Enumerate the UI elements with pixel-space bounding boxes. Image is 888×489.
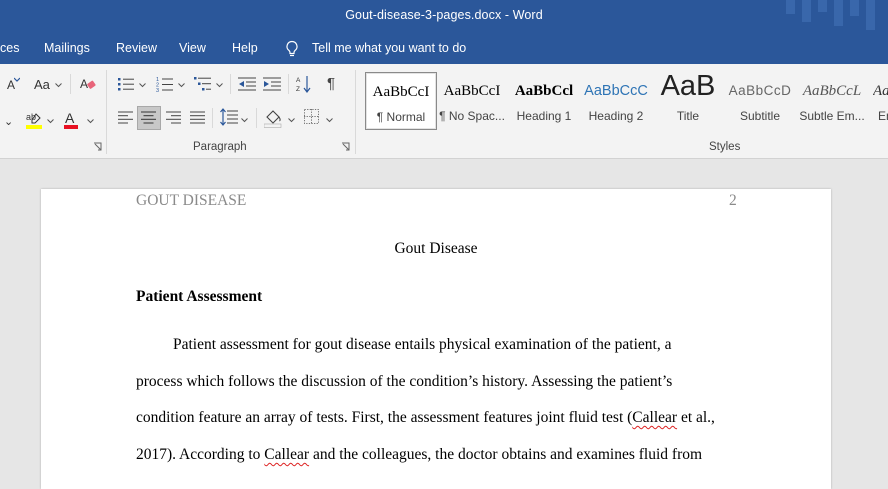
body-line: Patient assessment for gout disease enta… (136, 336, 671, 354)
paragraph-divider (230, 74, 231, 94)
page-number: 2 (729, 192, 737, 209)
running-header: GOUT DISEASE (136, 192, 247, 209)
increase-indent-icon[interactable] (263, 77, 281, 91)
style-heading-1[interactable]: AaBbCcl Heading 1 (509, 72, 579, 128)
style-name: Subtitle (739, 109, 781, 123)
borders-icon[interactable] (304, 109, 319, 124)
title-bar: Gout-disease-3-pages.docx - Word (0, 0, 888, 33)
style-preview: AaBbCcC (584, 83, 648, 99)
lightbulb-icon (286, 40, 298, 57)
shading-icon[interactable] (264, 108, 282, 128)
paragraph-divider (256, 108, 257, 128)
font-dialog-launcher-icon[interactable] (93, 142, 102, 151)
svg-text:A: A (65, 110, 75, 126)
align-center-icon[interactable] (141, 111, 156, 124)
paragraph-divider (212, 108, 213, 128)
shrink-font-arrow-icon (14, 77, 20, 82)
numbering-chevron-down-icon[interactable] (178, 83, 185, 88)
svg-text:A: A (80, 77, 88, 91)
style-name: Heading 2 (588, 109, 644, 123)
paragraph-divider (288, 74, 289, 94)
font-row2-chevron[interactable]: ⌄ (4, 115, 13, 128)
align-left-icon[interactable] (118, 111, 133, 124)
show-formatting-marks-icon[interactable]: ¶ (327, 75, 335, 92)
style-preview: Aa (873, 83, 888, 99)
text-highlight-color-icon[interactable]: ab (25, 110, 43, 130)
style-name: ¶ No Spac... (439, 109, 505, 123)
spelling-error-word[interactable]: Callear (632, 409, 677, 426)
style-preview: AaBbCcl (514, 83, 574, 99)
group-separator (355, 70, 356, 154)
svg-text:3: 3 (156, 88, 159, 92)
tell-me-search[interactable]: Tell me what you want to do (312, 41, 466, 55)
tab-view[interactable]: View (179, 41, 206, 55)
body-text: et al., (677, 409, 715, 426)
body-text: condition feature an array of tests. Fir… (136, 409, 633, 426)
group-separator (106, 70, 107, 154)
body-line: 2017). According to Callear and the coll… (136, 446, 702, 464)
style-name: Title (676, 109, 700, 123)
body-text: process which follows the discussion of … (136, 373, 673, 390)
style-name: En (878, 109, 888, 123)
ribbon-tabs: ces Mailings Review View Help Tell me wh… (0, 33, 888, 64)
body-text: 2017). According to (136, 446, 265, 463)
body-line: condition feature an array of tests. Fir… (136, 409, 715, 427)
style-title[interactable]: AaB Title (653, 70, 723, 128)
style-subtitle[interactable]: AaBbCcD Subtitle (725, 72, 795, 128)
justify-icon[interactable] (190, 111, 205, 124)
style-normal[interactable]: AaBbCcI ¶ Normal (365, 72, 437, 130)
bullets-icon[interactable] (118, 77, 134, 91)
svg-text:Z: Z (296, 86, 300, 93)
document-page[interactable]: GOUT DISEASE 2 Gout Disease Patient Asse… (41, 189, 831, 489)
body-line: process which follows the discussion of … (136, 373, 672, 391)
style-name: Subtle Em... (799, 109, 865, 123)
paragraph-dialog-launcher-icon[interactable] (341, 142, 350, 151)
style-name: ¶ Normal (376, 110, 426, 124)
tab-review[interactable]: Review (116, 41, 157, 55)
numbering-icon[interactable]: 123 (156, 76, 173, 92)
tab-help[interactable]: Help (232, 41, 258, 55)
highlight-chevron-down-icon[interactable] (47, 119, 54, 124)
style-preview: AaBbCcI (372, 84, 430, 100)
font-color-chevron-down-icon[interactable] (87, 119, 94, 124)
line-spacing-icon[interactable] (220, 108, 238, 126)
document-title: Gout Disease (394, 240, 478, 257)
borders-chevron-down-icon[interactable] (326, 118, 333, 123)
section-heading: Patient Assessment (136, 288, 263, 305)
title-bar-pattern (786, 0, 875, 30)
shading-chevron-down-icon[interactable] (288, 118, 295, 123)
style-emphasis[interactable]: Aa En (869, 72, 888, 128)
style-preview: AaB (660, 70, 716, 102)
body-text: Patient assessment for gout disease enta… (173, 336, 672, 353)
style-name: Heading 1 (516, 109, 572, 123)
style-preview: AaBbCcL (802, 83, 862, 99)
tab-mailings[interactable]: Mailings (44, 41, 90, 55)
font-color-icon[interactable]: A (63, 110, 79, 130)
clear-formatting-icon[interactable]: A (80, 76, 96, 92)
svg-text:A: A (296, 77, 301, 84)
multilevel-list-icon[interactable] (194, 76, 212, 92)
change-case-chevron-down-icon (55, 83, 62, 88)
decrease-indent-icon[interactable] (238, 77, 256, 91)
align-right-icon[interactable] (166, 111, 181, 124)
spelling-error-word[interactable]: Callear (264, 446, 309, 463)
style-heading-2[interactable]: AaBbCcC Heading 2 (581, 72, 651, 128)
style-no-spacing[interactable]: AaBbCcI ¶ No Spac... (437, 72, 507, 128)
bullets-chevron-down-icon[interactable] (139, 83, 146, 88)
style-subtle-emphasis[interactable]: AaBbCcL Subtle Em... (797, 72, 867, 128)
paragraph-group-label: Paragraph (193, 141, 247, 153)
line-spacing-chevron-down-icon[interactable] (241, 118, 248, 123)
style-preview: AaBbCcD (728, 83, 792, 98)
font-divider (70, 74, 71, 94)
body-text: and the colleagues, the doctor obtains a… (309, 446, 703, 463)
styles-group-label: Styles (709, 141, 741, 153)
ribbon: A Aa A ⌄ ab A 123 A Z ¶ Paragraph AaBbCc… (0, 64, 888, 159)
tab-references[interactable]: ces (0, 41, 19, 55)
style-preview: AaBbCcI (443, 83, 501, 99)
multilevel-chevron-down-icon[interactable] (216, 83, 223, 88)
window-title: Gout-disease-3-pages.docx - Word (345, 8, 543, 22)
change-case-button[interactable]: Aa (34, 77, 50, 92)
sort-icon[interactable]: AZ (296, 75, 312, 93)
